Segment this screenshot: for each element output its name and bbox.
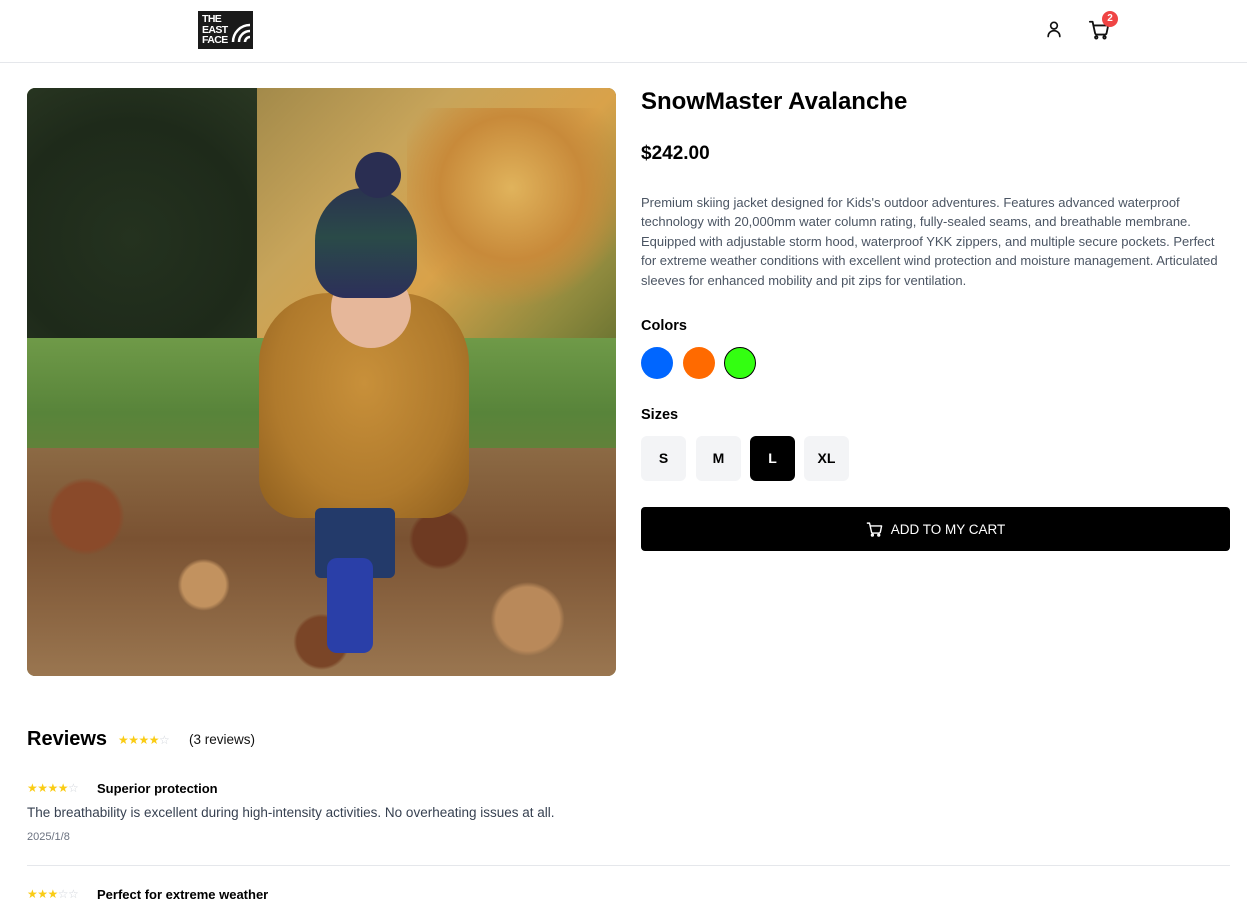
review-text: The breathability is excellent during hi…: [27, 805, 555, 820]
review-title: Superior protection: [97, 781, 218, 796]
logo-line-3: FACE: [202, 34, 228, 46]
product-description: Premium skiing jacket designed for Kids'…: [641, 195, 1218, 288]
add-to-cart-button[interactable]: ADD TO MY CART: [641, 507, 1230, 551]
average-rating-stars: ★★★★☆: [118, 733, 170, 747]
logo-text: THE EAST FACE: [202, 14, 228, 46]
color-swatch-green[interactable]: [724, 347, 756, 379]
sizes-label: Sizes: [641, 407, 679, 423]
photo-kid-hat-pom: [355, 152, 401, 198]
photo-kid-hat: [315, 188, 417, 298]
product-image: [27, 88, 616, 676]
cart-count-badge: 2: [1102, 11, 1118, 27]
site-header: THE EAST FACE 2: [0, 0, 1247, 63]
color-swatch-orange[interactable]: [683, 347, 715, 379]
photo-kid-boot: [327, 558, 373, 653]
user-icon[interactable]: [1044, 19, 1064, 39]
review-title: Perfect for extreme weather: [97, 887, 269, 902]
size-option-s[interactable]: S: [641, 436, 686, 481]
size-option-xl[interactable]: XL: [804, 436, 849, 481]
review-rating-stars: ★★★☆☆: [27, 887, 79, 901]
size-option-l[interactable]: L: [750, 436, 795, 481]
brand-logo[interactable]: THE EAST FACE: [198, 11, 253, 49]
product-price: $242.00: [641, 143, 710, 164]
cart-icon: [866, 521, 883, 537]
add-to-cart-label: ADD TO MY CART: [890, 521, 1006, 537]
review-rating-stars: ★★★★☆: [27, 781, 79, 795]
logo-line-1: THE: [202, 13, 222, 25]
review-divider: [27, 865, 1230, 866]
size-option-m[interactable]: M: [696, 436, 741, 481]
reviews-heading: Reviews: [27, 728, 108, 750]
color-swatch-blue[interactable]: [641, 347, 673, 379]
photo-bg-autumn-highlight: [407, 108, 616, 308]
reviews-count: (3 reviews): [189, 732, 256, 747]
colors-label: Colors: [641, 318, 687, 334]
review-date: 2025/1/8: [27, 831, 70, 843]
logo-dome-icon: [231, 23, 251, 43]
product-title: SnowMaster Avalanche: [641, 88, 908, 115]
